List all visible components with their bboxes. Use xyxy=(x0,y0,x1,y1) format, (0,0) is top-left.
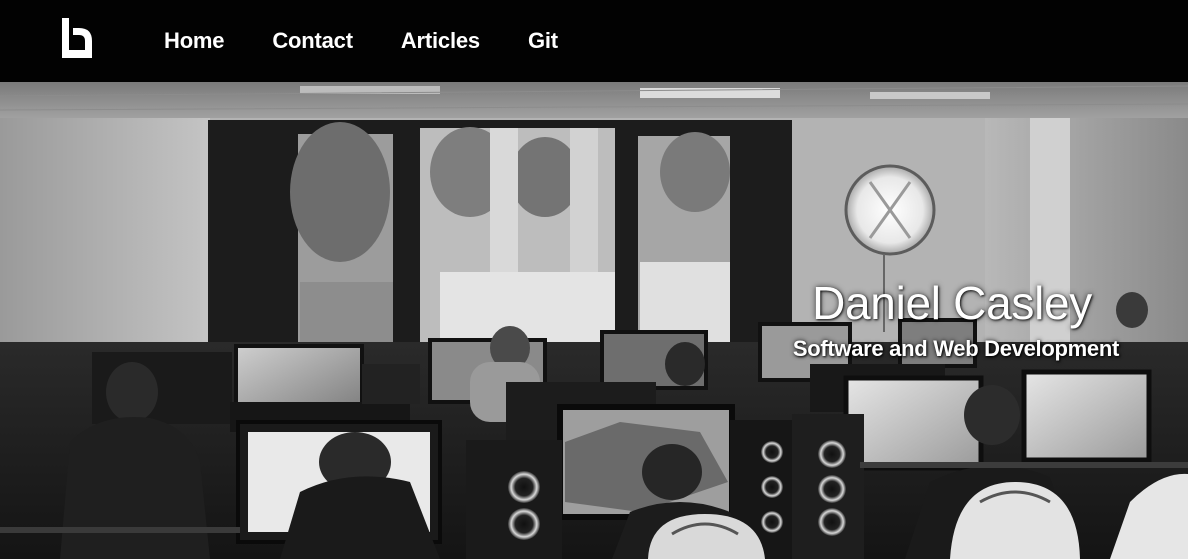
nav-link-home[interactable]: Home xyxy=(164,30,225,52)
hero-title: Daniel Casley xyxy=(812,277,1092,329)
top-navbar: Home Contact Articles Git xyxy=(0,0,1188,82)
nav-link-articles[interactable]: Articles xyxy=(401,30,480,52)
nav-link-git[interactable]: Git xyxy=(528,30,558,52)
nav-links: Home Contact Articles Git xyxy=(164,0,606,82)
hero-subtitle: Software and Web Development xyxy=(792,336,1119,361)
nav-link-contact[interactable]: Contact xyxy=(272,30,353,52)
hero-banner: Daniel Casley Software and Web Developme… xyxy=(0,82,1188,559)
dc-logo-icon[interactable] xyxy=(62,18,92,58)
